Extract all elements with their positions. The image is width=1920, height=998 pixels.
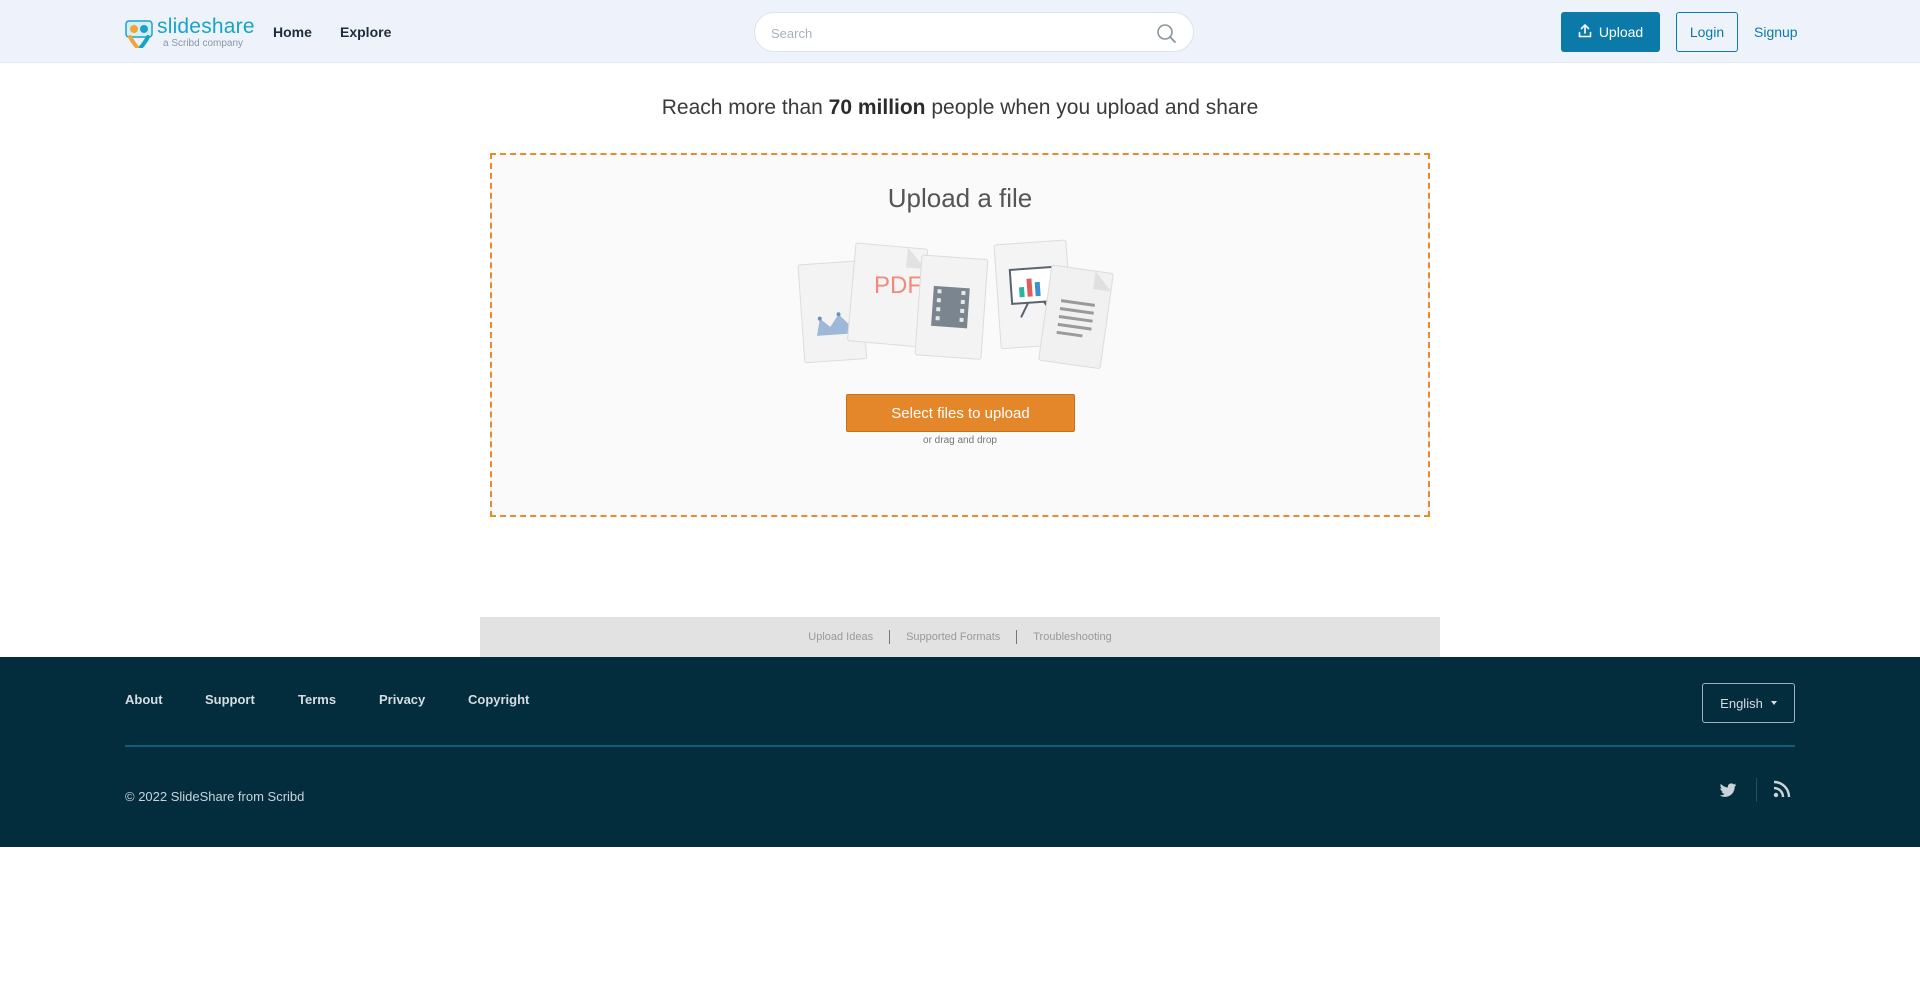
page-footer: About Support Terms Privacy Copyright En… [0,657,1920,847]
headline-prefix: Reach more than [661,96,829,119]
file-types-illustration: PDF [790,235,1130,375]
text-file-icon [1038,264,1114,369]
footer-divider [125,745,1795,747]
chevron-down-icon [1770,701,1777,705]
upload-button[interactable]: Upload [1561,12,1660,52]
supported-formats-link[interactable]: Supported Formats [890,631,1016,643]
logo-tagline: a Scribd company [163,38,244,49]
footer-link-copyright[interactable]: Copyright [468,692,529,707]
footer-link-support[interactable]: Support [205,692,255,707]
select-files-button[interactable]: Select files to upload [846,394,1075,432]
upload-button-label: Upload [1598,24,1644,40]
footer-link-terms[interactable]: Terms [298,692,336,707]
video-file-icon [914,254,989,360]
language-value: English [1720,695,1763,711]
rss-icon[interactable] [1773,780,1793,800]
signup-link[interactable]: Signup [1754,24,1798,40]
twitter-icon[interactable] [1718,780,1738,800]
language-selector[interactable]: English [1702,683,1795,723]
nav-home[interactable]: Home [273,24,312,40]
logo-wordmark: slideshare [157,15,255,38]
headline-suffix: people when you upload and share [925,96,1259,119]
slideshare-logo-icon [125,18,153,49]
upload-headline: Reach more than 70 million people when y… [0,96,1920,120]
upload-ideas-link[interactable]: Upload Ideas [792,631,889,643]
upload-icon [1578,23,1592,41]
social-divider [1756,778,1757,802]
search-input[interactable] [771,22,1151,44]
upload-help-bar: Upload Ideas Supported Formats Troublesh… [480,617,1440,657]
pdf-label: PDF [874,272,922,299]
slideshare-logo[interactable]: slideshare a Scribd company [125,16,255,49]
troubleshooting-link[interactable]: Troubleshooting [1017,631,1127,643]
upload-dropzone[interactable]: Upload a file PDF Select files to upload… [490,153,1430,517]
upload-title: Upload a file [887,183,1033,213]
nav-explore[interactable]: Explore [340,24,391,40]
login-button[interactable]: Login [1676,12,1738,52]
footer-link-about[interactable]: About [125,692,163,707]
footer-link-privacy[interactable]: Privacy [379,692,425,707]
headline-highlight: 70 million [828,96,926,119]
copyright-text: © 2022 SlideShare from Scribd [125,789,305,804]
search-box [754,12,1194,52]
search-icon[interactable] [1155,22,1177,44]
top-header: slideshare a Scribd company Home Explore… [0,0,1920,63]
drag-drop-hint: or drag and drop [923,435,997,446]
